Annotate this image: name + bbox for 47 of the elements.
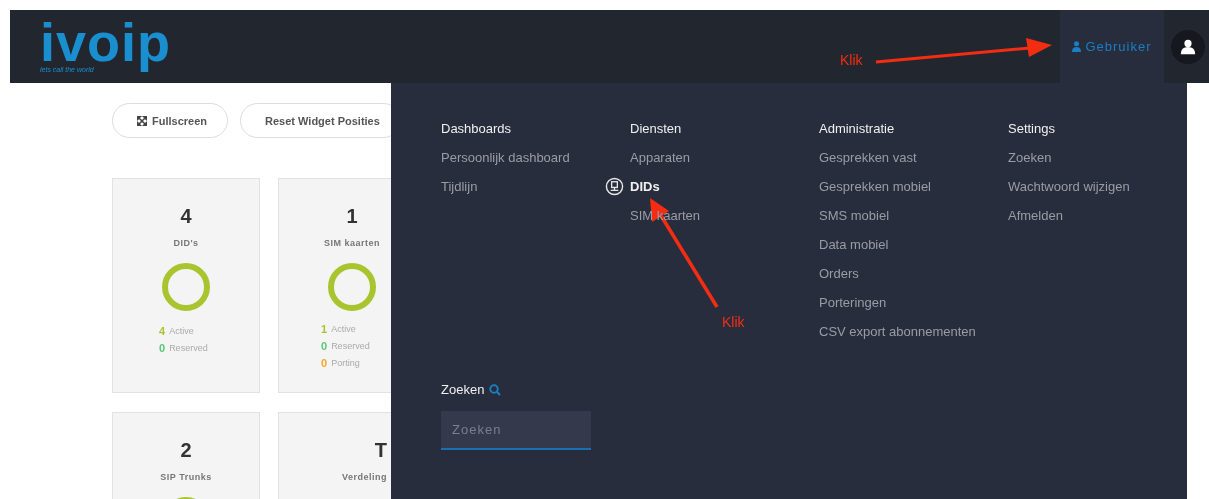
- menu-item[interactable]: Zoeken: [1008, 149, 1052, 178]
- widget-count: 1: [346, 205, 358, 228]
- user-icon: [1072, 41, 1082, 52]
- menu-item[interactable]: DIDs: [630, 178, 660, 207]
- menu-item[interactable]: Gesprekken mobiel: [819, 178, 931, 207]
- menu-heading: Diensten: [630, 120, 683, 138]
- search-label: Zoeken: [441, 382, 485, 397]
- menu-item[interactable]: Gesprekken vast: [819, 149, 917, 178]
- user-menu-button[interactable]: Gebruiker: [1060, 10, 1164, 83]
- menu-item[interactable]: Persoonlijk dashboard: [441, 149, 570, 178]
- widget-title: SIP Trunks: [160, 472, 212, 482]
- menu-item[interactable]: Porteringen: [819, 294, 887, 323]
- widget-title: DID's: [173, 238, 199, 248]
- menu-heading: Dashboards: [441, 120, 513, 138]
- annotation-label: Klik: [722, 314, 745, 330]
- annotation-label: Klik: [840, 52, 863, 68]
- menu-heading: Settings: [1008, 120, 1056, 138]
- device-icon: [605, 177, 624, 196]
- legend-value: 0: [159, 343, 166, 354]
- legend-label: Porting: [331, 358, 360, 369]
- search-icon: [489, 383, 502, 396]
- legend-label: Active: [331, 324, 356, 335]
- menu-item[interactable]: Orders: [819, 265, 859, 294]
- search-field[interactable]: Zoeken: [441, 411, 591, 450]
- legend-label: Reserved: [169, 343, 208, 354]
- legend-value: 1: [321, 324, 328, 335]
- legend-value: 0: [321, 341, 328, 352]
- menu-item[interactable]: Wachtwoord wijzigen: [1008, 178, 1130, 207]
- legend-value: 0: [321, 358, 328, 369]
- expand-icon: [137, 115, 147, 126]
- legend-label: Reserved: [331, 341, 370, 352]
- widget-count: 4: [180, 205, 192, 228]
- menu-item[interactable]: Afmelden: [1008, 207, 1063, 236]
- menu-heading: Administratie: [819, 120, 896, 138]
- avatar-icon[interactable]: [1171, 29, 1205, 64]
- widget-count: T: [374, 439, 387, 462]
- legend-value: 4: [159, 326, 166, 337]
- toolbar-button[interactable]: Fullscreen: [112, 103, 229, 138]
- menu-item[interactable]: CSV export abonnementen: [819, 323, 976, 352]
- menu-item[interactable]: SMS mobiel: [819, 207, 890, 236]
- menu-item[interactable]: Tijdlijn: [441, 178, 478, 207]
- legend-label: Active: [169, 326, 194, 337]
- menu-item[interactable]: Apparaten: [630, 149, 690, 178]
- widget-title: Verdeling: [342, 472, 387, 482]
- widget-title: SIM kaarten: [324, 238, 380, 248]
- menu-item[interactable]: Data mobiel: [819, 236, 889, 265]
- widget-count: 2: [180, 439, 192, 462]
